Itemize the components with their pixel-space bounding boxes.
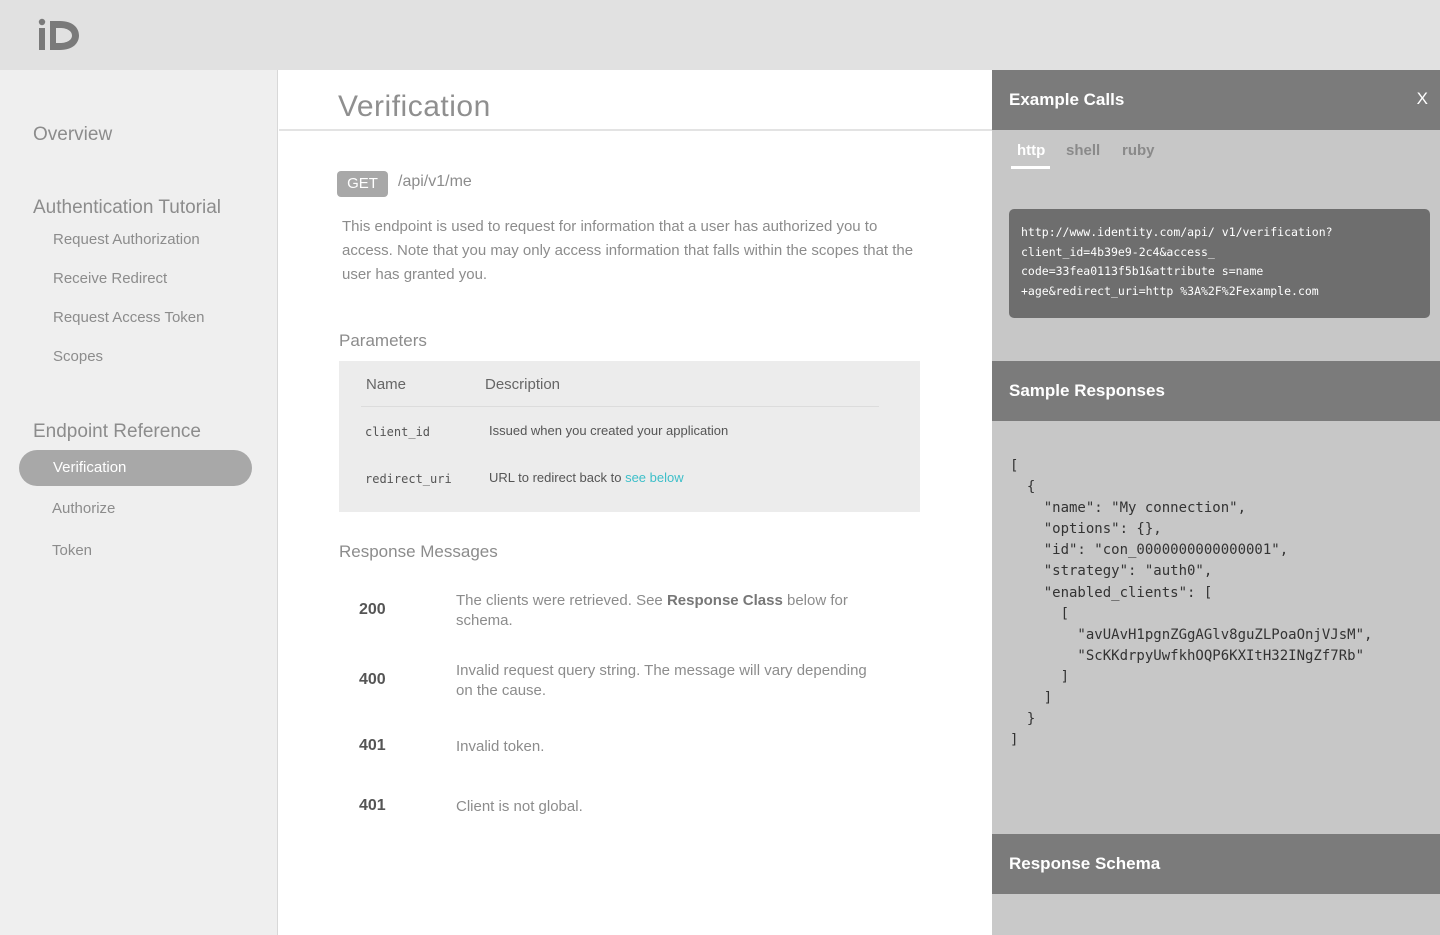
top-bar <box>0 0 1440 70</box>
param-name: redirect_uri <box>365 472 452 486</box>
main-content: Verification GET /api/v1/me This endpoin… <box>279 70 992 935</box>
column-header-name: Name <box>366 376 407 393</box>
sidebar-item-label: Verification <box>53 459 127 476</box>
response-code: 401 <box>359 797 386 814</box>
response-message: Client is not global. <box>456 798 583 815</box>
title-row: Verification <box>279 70 992 131</box>
response-message: The clients were retrieved. See Response… <box>456 592 848 629</box>
sample-response-json: [ { "name": "My connection", "options": … <box>1010 458 1373 749</box>
sidebar-item-scopes[interactable]: Scopes <box>53 348 103 365</box>
sidebar-item-verification[interactable]: Verification <box>19 450 252 486</box>
page-title: Verification <box>338 90 491 123</box>
response-code: 400 <box>359 671 386 688</box>
http-method-badge: GET <box>337 171 388 197</box>
right-panel: Example Calls X http shell ruby http://w… <box>992 70 1440 935</box>
example-call-text: http://www.identity.com/api/ v1/verifica… <box>1021 225 1333 298</box>
parameters-heading: Parameters <box>339 331 427 350</box>
response-code: 401 <box>359 737 386 754</box>
sidebar-item-request-access-token[interactable]: Request Access Token <box>53 309 204 326</box>
see-below-link[interactable]: see below <box>625 470 684 485</box>
param-name: client_id <box>365 425 431 439</box>
column-header-description: Description <box>485 376 561 393</box>
response-message: Invalid request query string. The messag… <box>456 662 867 699</box>
response-schema-title: Response Schema <box>1009 854 1161 873</box>
sidebar-heading-authentication-tutorial[interactable]: Authentication Tutorial <box>33 197 221 219</box>
endpoint-path: /api/v1/me <box>398 173 472 190</box>
active-tab-indicator <box>1011 166 1050 169</box>
sidebar-item-token[interactable]: Token <box>52 542 92 559</box>
param-description: URL to redirect back to see below <box>489 470 684 485</box>
example-calls-header: Example Calls X <box>992 70 1440 130</box>
sidebar: Overview Authentication Tutorial Request… <box>0 70 278 935</box>
endpoint-description: This endpoint is used to request for inf… <box>342 218 914 283</box>
logo-icon[interactable] <box>36 16 82 54</box>
sample-responses-header: Sample Responses <box>992 361 1440 421</box>
tab-ruby[interactable]: ruby <box>1122 142 1155 159</box>
example-call-code: http://www.identity.com/api/ v1/verifica… <box>1009 209 1430 318</box>
sidebar-item-overview[interactable]: Overview <box>33 124 112 146</box>
sidebar-item-request-authorization[interactable]: Request Authorization <box>53 231 200 248</box>
response-schema-body <box>992 894 1440 935</box>
close-icon[interactable]: X <box>1417 89 1428 109</box>
tab-shell[interactable]: shell <box>1066 142 1100 159</box>
sidebar-item-authorize[interactable]: Authorize <box>52 500 115 517</box>
response-schema-header: Response Schema <box>992 834 1440 894</box>
table-divider <box>361 406 879 407</box>
tab-http[interactable]: http <box>1017 142 1045 159</box>
response-messages-heading: Response Messages <box>339 542 498 561</box>
response-message: Invalid token. <box>456 738 545 755</box>
param-description: Issued when you created your application <box>489 423 729 438</box>
sample-responses-title: Sample Responses <box>1009 381 1165 400</box>
sidebar-item-receive-redirect[interactable]: Receive Redirect <box>53 270 167 287</box>
sidebar-heading-endpoint-reference[interactable]: Endpoint Reference <box>33 421 201 443</box>
example-calls-title: Example Calls <box>1009 90 1125 109</box>
parameters-table: Name Description client_id Issued when y… <box>339 361 920 512</box>
response-code: 200 <box>359 601 386 618</box>
